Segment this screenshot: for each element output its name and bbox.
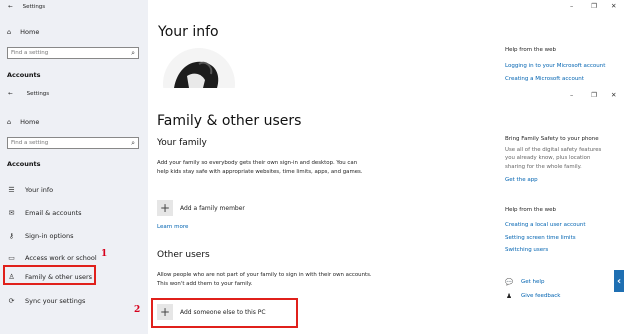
avatar [159, 46, 239, 88]
get-app-link[interactable]: Get the app [505, 177, 538, 183]
chat-icon: 💬 [505, 278, 514, 286]
sidebar-item-email-accounts[interactable]: ✉ Email & accounts [7, 209, 82, 217]
back-help-link[interactable]: Creating a Microsoft account [505, 76, 584, 82]
search-icon: ⌕ [131, 139, 135, 147]
close-icon[interactable]: ✕ [611, 2, 616, 10]
back-window-title: Settings [22, 4, 46, 10]
sidebar-item-your-info[interactable]: ☰ Your info [7, 186, 53, 194]
family-safety-title: Bring Family Safety to your phone [505, 136, 599, 142]
help-link[interactable]: Creating a local user account [505, 222, 585, 228]
your-family-description: Add your family so everybody gets their … [157, 160, 363, 175]
mail-icon: ✉ [8, 209, 15, 217]
add-family-member-button[interactable]: + Add a family member [157, 200, 245, 216]
help-title: Help from the web [505, 207, 556, 213]
search-input[interactable]: Find a setting ⌕ [7, 137, 139, 149]
learn-more-link[interactable]: Learn more [157, 224, 188, 230]
minimize-icon[interactable]: – [570, 91, 573, 99]
back-search-input[interactable]: Find a setting ⌕ [7, 47, 139, 59]
window-title: Settings [26, 91, 50, 97]
sidebar-item-home[interactable]: ⌂ Home [7, 118, 39, 126]
briefcase-icon: ▭ [8, 254, 15, 262]
home-icon: ⌂ [7, 28, 12, 36]
minimize-icon[interactable]: – [570, 2, 573, 10]
maximize-icon[interactable]: ❐ [591, 91, 597, 99]
sync-icon: ⟳ [8, 297, 15, 305]
back-help-title: Help from the web [505, 47, 556, 53]
help-link[interactable]: Setting screen time limits [505, 235, 576, 241]
sidebar-item-access-work[interactable]: ▭ Access work or school [7, 254, 96, 262]
search-icon: ⌕ [131, 49, 135, 57]
back-help-link[interactable]: Logging in to your Microsoft account [505, 63, 605, 69]
your-family-heading: Your family [157, 138, 207, 148]
back-page-title: Your info [158, 24, 219, 40]
section-label: Accounts [7, 160, 41, 168]
home-icon: ⌂ [7, 118, 12, 126]
give-feedback-link[interactable]: ♟ Give feedback [505, 292, 560, 300]
person-card-icon: ☰ [8, 186, 15, 194]
back-arrow-icon[interactable]: ← [8, 4, 13, 10]
back-section-label: Accounts [7, 71, 41, 79]
annotation-number-2: 2 [134, 305, 141, 315]
get-help-link[interactable]: 💬 Get help [505, 278, 544, 286]
back-titlebar: ← Settings [0, 0, 148, 14]
key-icon: ⚷ [8, 232, 15, 240]
collapse-panel-chevron-icon[interactable]: ‹ [614, 270, 624, 292]
family-safety-text: Use all of the digital safety features y… [505, 147, 602, 170]
close-icon[interactable]: ✕ [611, 91, 616, 99]
titlebar: ← Settings [8, 91, 49, 97]
back-arrow-icon[interactable]: ← [8, 91, 13, 97]
annotation-highlight-family [3, 265, 96, 285]
page-title: Family & other users [157, 113, 302, 129]
annotation-highlight-add-user [151, 298, 298, 328]
back-home-item[interactable]: ⌂ Home [7, 28, 39, 36]
other-users-heading: Other users [157, 250, 210, 260]
sidebar-item-sync-settings[interactable]: ⟳ Sync your settings [7, 297, 86, 305]
help-link[interactable]: Switching users [505, 247, 548, 253]
sidebar-item-sign-in-options[interactable]: ⚷ Sign-in options [7, 232, 74, 240]
maximize-icon[interactable]: ❐ [591, 2, 597, 10]
feedback-icon: ♟ [506, 292, 512, 300]
other-users-description: Allow people who are not part of your fa… [157, 272, 372, 287]
annotation-number-1: 1 [101, 249, 108, 259]
plus-icon: + [157, 200, 173, 216]
